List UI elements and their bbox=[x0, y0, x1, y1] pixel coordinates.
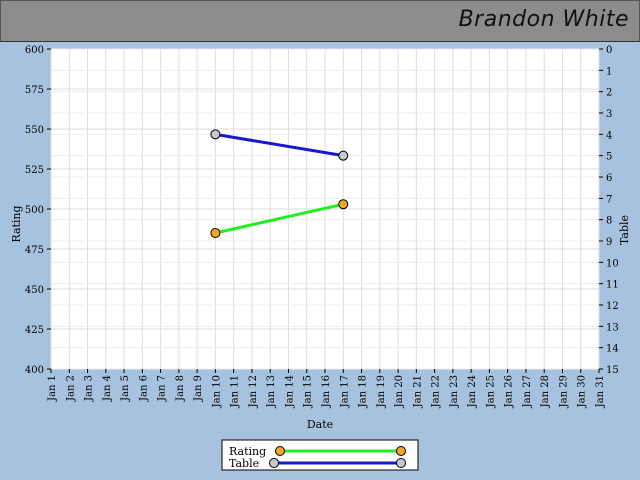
x-tick-label: Jan 12 bbox=[248, 375, 259, 408]
right-tick-label: 5 bbox=[606, 152, 612, 163]
x-tick-label: Jan 18 bbox=[358, 375, 369, 408]
x-tick-label: Jan 28 bbox=[540, 375, 551, 408]
x-tick-label: Jan 27 bbox=[522, 375, 533, 408]
x-tick-label: Jan 31 bbox=[595, 375, 606, 408]
table-point bbox=[338, 150, 349, 161]
legend-marker-table bbox=[269, 458, 279, 468]
left-tick-label: 500 bbox=[25, 205, 44, 216]
x-axis-label: Date bbox=[307, 418, 333, 431]
x-tick-label: Jan 13 bbox=[266, 375, 277, 408]
x-tick-label: Jan 5 bbox=[120, 375, 131, 402]
left-axis: 400 425 450 475 500 525 550 575 600 bbox=[25, 45, 51, 376]
x-tick-label: Jan 29 bbox=[558, 375, 569, 408]
x-tick-label: Jan 21 bbox=[412, 375, 423, 408]
legend: RatingTable bbox=[221, 439, 419, 471]
left-axis-label: Rating bbox=[10, 205, 23, 242]
left-tick-label: 475 bbox=[25, 245, 44, 256]
rating-chart: 400425450475500525550575600 012345678910… bbox=[10, 45, 631, 471]
legend-label-table: Table bbox=[229, 457, 259, 470]
right-axis-label: Table bbox=[618, 215, 631, 245]
left-tick-label: 575 bbox=[25, 85, 44, 96]
right-tick-label: 1 bbox=[606, 66, 612, 77]
right-tick-label: 8 bbox=[606, 216, 612, 227]
right-tick-label: 3 bbox=[606, 109, 612, 120]
right-tick-label: 15 bbox=[606, 365, 619, 376]
right-tick-label: 2 bbox=[606, 88, 612, 99]
legend-marker-rating bbox=[396, 446, 406, 456]
right-axis: 0123456789101112131415 bbox=[599, 45, 619, 376]
x-tick-label: Jan 23 bbox=[449, 375, 460, 408]
x-tick-label: Jan 6 bbox=[138, 375, 149, 402]
x-axis: Jan 1 Jan 2 Jan 3 Jan 4 Jan 5 Jan 6 Jan 7 Jan 8… bbox=[47, 369, 606, 408]
rating-point bbox=[210, 228, 221, 238]
x-tick-label: Jan 22 bbox=[431, 375, 442, 408]
left-tick-label: 525 bbox=[25, 165, 44, 176]
x-tick-label: Jan 16 bbox=[321, 375, 332, 408]
left-tick-label: 400 bbox=[25, 365, 44, 376]
legend-marker-rating bbox=[275, 446, 285, 456]
x-tick-label: Jan 4 bbox=[102, 375, 113, 402]
right-tick-label: 13 bbox=[606, 322, 619, 333]
right-tick-label: 0 bbox=[606, 45, 612, 56]
right-tick-label: 7 bbox=[606, 194, 612, 205]
left-tick-label: 600 bbox=[25, 45, 44, 56]
x-tick-label: Jan 26 bbox=[504, 375, 515, 408]
right-tick-label: 10 bbox=[606, 258, 619, 269]
x-tick-label: Jan 30 bbox=[577, 375, 588, 408]
x-tick-label: Jan 15 bbox=[303, 375, 314, 408]
x-tick-label: Jan 2 bbox=[65, 375, 76, 402]
x-tick-label: Jan 11 bbox=[230, 375, 241, 408]
x-tick-label: Jan 14 bbox=[284, 375, 295, 408]
x-tick-label: Jan 17 bbox=[339, 375, 350, 408]
x-tick-label: Jan 20 bbox=[394, 375, 405, 408]
right-tick-label: 14 bbox=[606, 344, 619, 355]
right-tick-label: 12 bbox=[606, 301, 619, 312]
right-tick-label: 4 bbox=[606, 130, 612, 141]
x-tick-label: Jan 9 bbox=[193, 375, 204, 402]
legend-marker-table bbox=[396, 458, 406, 468]
left-tick-label: 425 bbox=[25, 325, 44, 336]
x-tick-label: Jan 1 bbox=[47, 375, 58, 402]
table-point bbox=[210, 129, 221, 140]
rating-point bbox=[338, 199, 349, 210]
x-tick-label: Jan 25 bbox=[485, 375, 496, 408]
x-tick-label: Jan 7 bbox=[157, 375, 168, 402]
x-tick-label: Jan 10 bbox=[211, 375, 222, 408]
x-tick-label: Jan 8 bbox=[175, 375, 186, 402]
x-tick-label: Jan 19 bbox=[376, 375, 387, 408]
left-tick-label: 450 bbox=[25, 285, 44, 296]
left-tick-label: 550 bbox=[25, 125, 44, 136]
right-tick-label: 11 bbox=[606, 280, 619, 291]
right-tick-label: 9 bbox=[606, 237, 612, 248]
right-tick-label: 6 bbox=[606, 173, 612, 184]
x-tick-label: Jan 24 bbox=[467, 375, 478, 408]
x-tick-label: Jan 3 bbox=[84, 375, 95, 402]
